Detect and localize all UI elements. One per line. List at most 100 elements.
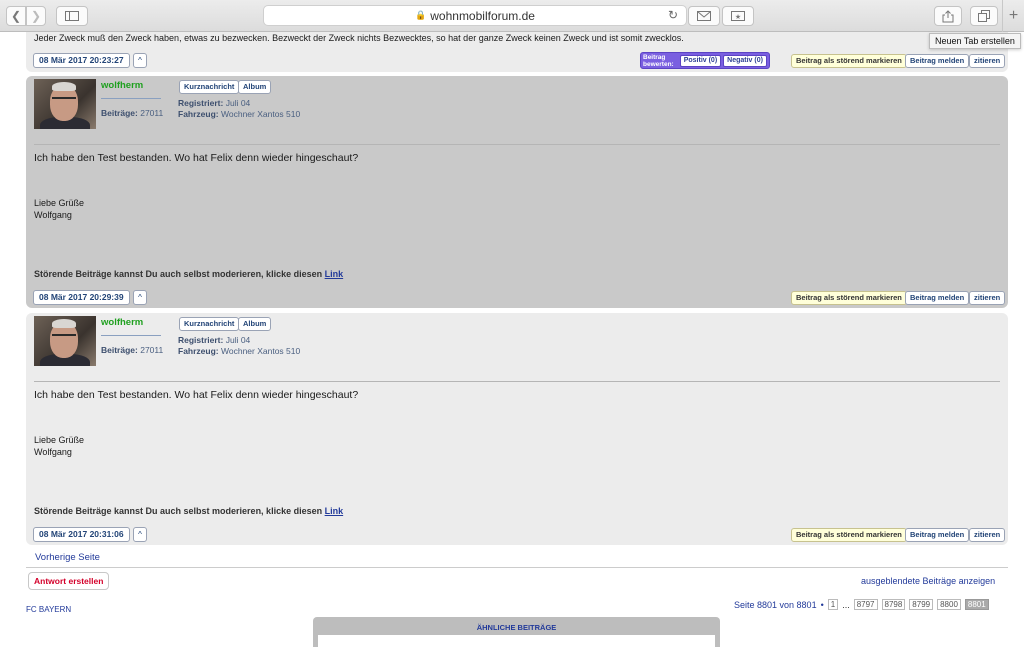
current-page: 8801 — [964, 599, 989, 610]
post: wolfherm Beiträge: 27011 Kurznachricht A… — [26, 313, 1008, 545]
pagination-bullet: • — [820, 599, 824, 610]
page-link[interactable]: 8799 — [909, 599, 934, 610]
rating-label-line1: Beitrag — [643, 53, 666, 61]
mark-disruptive-button[interactable]: Beitrag als störend markieren — [791, 54, 907, 68]
negative-rating-button[interactable]: Negativ (0) — [723, 54, 767, 67]
lock-icon: 🔒 — [415, 10, 427, 20]
pagination: Seite 8801 von 8801 • 1 ... 8797 8798 87… — [734, 599, 989, 610]
greeting: Liebe Grüße Wolfgang — [34, 434, 84, 458]
report-button[interactable]: Beitrag melden — [905, 54, 970, 68]
registered-value: Juli 04 — [225, 98, 251, 108]
board-link[interactable]: FC BAYERN — [26, 605, 71, 614]
post-divider — [34, 144, 1000, 145]
post-divider — [34, 381, 1000, 382]
nav-divider — [26, 567, 1008, 568]
post-text: Ich habe den Test bestanden. Wo hat Feli… — [34, 152, 359, 164]
similar-posts-title: ÄHNLICHE BEITRÄGE — [476, 623, 557, 632]
vehicle-label: Fahrzeug: — [178, 109, 219, 119]
album-button[interactable]: Album — [238, 80, 272, 94]
mail-icon[interactable] — [688, 6, 720, 26]
show-hidden-posts-link[interactable]: ausgeblendete Beiträge anzeigen — [861, 576, 995, 586]
mark-disruptive-button[interactable]: Beitrag als störend markieren — [791, 291, 907, 305]
page-link[interactable]: 1 — [827, 599, 839, 610]
private-message-button[interactable]: Kurznachricht — [179, 80, 240, 94]
bookmark-icon[interactable]: ★ — [722, 6, 754, 26]
vehicle-value: Wochner Xantos 510 — [221, 346, 301, 356]
vehicle-label: Fahrzeug: — [178, 346, 219, 356]
similar-posts-box: ÄHNLICHE BEITRÄGE — [313, 617, 720, 647]
sidebar-icon[interactable] — [56, 6, 88, 26]
previous-page-link[interactable]: Vorherige Seite — [35, 552, 100, 563]
share-icon[interactable] — [934, 6, 962, 26]
tabs-overview-icon[interactable] — [970, 6, 998, 26]
address-bar[interactable]: 🔒 wohnmobilforum.de ↻ — [263, 5, 687, 26]
greeting-line2: Wolfgang — [34, 447, 72, 457]
report-button[interactable]: Beitrag melden — [905, 528, 970, 542]
scroll-up-button[interactable]: ^ — [133, 53, 147, 68]
page-link[interactable]: 8798 — [881, 599, 906, 610]
scroll-up-button[interactable]: ^ — [133, 527, 147, 542]
moderation-link[interactable]: Link — [325, 506, 344, 516]
user-info: Registriert: Juli 04 Fahrzeug: Wochner X… — [178, 98, 300, 120]
svg-text:★: ★ — [735, 13, 741, 21]
post: wolfherm Beiträge: 27011 Kurznachricht A… — [26, 76, 1008, 308]
registered-label: Registriert: — [178, 335, 224, 345]
greeting-line1: Liebe Grüße — [34, 435, 85, 445]
moderation-note: Störende Beiträge kannst Du auch selbst … — [34, 506, 343, 516]
forum-page: Jeder Zweck muß den Zweck haben, etwas z… — [0, 32, 1024, 647]
url-text: wohnmobilforum.de — [430, 8, 535, 23]
album-button[interactable]: Album — [238, 317, 272, 331]
username[interactable]: wolfherm — [101, 317, 143, 328]
post-count-value: 27011 — [140, 345, 164, 355]
new-tab-icon[interactable]: + — [1002, 0, 1024, 32]
rating-label-line2: bewerten: — [643, 60, 674, 68]
positive-rating-button[interactable]: Positiv (0) — [679, 54, 722, 67]
page-link[interactable]: 8800 — [937, 599, 961, 610]
similar-posts-list — [318, 635, 715, 647]
user-info: Registriert: Juli 04 Fahrzeug: Wochner X… — [178, 335, 300, 357]
scroll-up-button[interactable]: ^ — [133, 290, 147, 305]
page-info: Seite 8801 von 8801 — [734, 599, 817, 610]
post-text: Jeder Zweck muß den Zweck haben, etwas z… — [34, 33, 684, 43]
post-count-label: Beiträge: — [101, 108, 138, 118]
pagination-ellipsis: ... — [842, 599, 850, 610]
registered-label: Registriert: — [178, 98, 224, 108]
registered-value: Juli 04 — [225, 335, 251, 345]
post-date-button[interactable]: 08 Mär 2017 20:23:27 — [33, 53, 130, 68]
post-count-label: Beiträge: — [101, 345, 138, 355]
new-tab-tooltip: Neuen Tab erstellen — [929, 33, 1021, 49]
rating-label: Beitrag bewerten: — [643, 54, 674, 68]
post-date-button[interactable]: 08 Mär 2017 20:31:06 — [33, 527, 130, 542]
user-divider — [101, 98, 161, 99]
page-link[interactable]: 8797 — [853, 599, 878, 610]
greeting-line1: Liebe Grüße — [34, 198, 85, 208]
reload-icon[interactable]: ↻ — [668, 8, 678, 22]
post-text: Ich habe den Test bestanden. Wo hat Feli… — [34, 389, 359, 401]
previous-post: Jeder Zweck muß den Zweck haben, etwas z… — [26, 32, 1008, 72]
moderation-link[interactable]: Link — [325, 269, 344, 279]
back-icon[interactable]: ❮ — [6, 6, 26, 26]
post-date-button[interactable]: 08 Mär 2017 20:29:39 — [33, 290, 130, 305]
user-divider — [101, 335, 161, 336]
vehicle-value: Wochner Xantos 510 — [221, 109, 301, 119]
quote-button[interactable]: zitieren — [969, 528, 1006, 542]
post-count: Beiträge: 27011 — [101, 345, 163, 355]
forward-icon[interactable]: ❯ — [26, 6, 46, 26]
avatar[interactable] — [34, 79, 96, 129]
greeting: Liebe Grüße Wolfgang — [34, 197, 84, 221]
moderation-note-text: Störende Beiträge kannst Du auch selbst … — [34, 269, 323, 279]
quote-button[interactable]: zitieren — [969, 54, 1006, 68]
moderation-note: Störende Beiträge kannst Du auch selbst … — [34, 269, 343, 279]
mark-disruptive-button[interactable]: Beitrag als störend markieren — [791, 528, 907, 542]
reply-button[interactable]: Antwort erstellen — [28, 572, 110, 590]
greeting-line2: Wolfgang — [34, 210, 72, 220]
username[interactable]: wolfherm — [101, 80, 143, 91]
post-count: Beiträge: 27011 — [101, 108, 163, 118]
rating-box: Beitrag bewerten: Positiv (0) Negativ (0) — [640, 52, 770, 69]
moderation-note-text: Störende Beiträge kannst Du auch selbst … — [34, 506, 323, 516]
private-message-button[interactable]: Kurznachricht — [179, 317, 240, 331]
report-button[interactable]: Beitrag melden — [905, 291, 970, 305]
quote-button[interactable]: zitieren — [969, 291, 1006, 305]
browser-toolbar: ❮ ❯ 🔒 wohnmobilforum.de ↻ ★ + — [0, 0, 1024, 32]
avatar[interactable] — [34, 316, 96, 366]
